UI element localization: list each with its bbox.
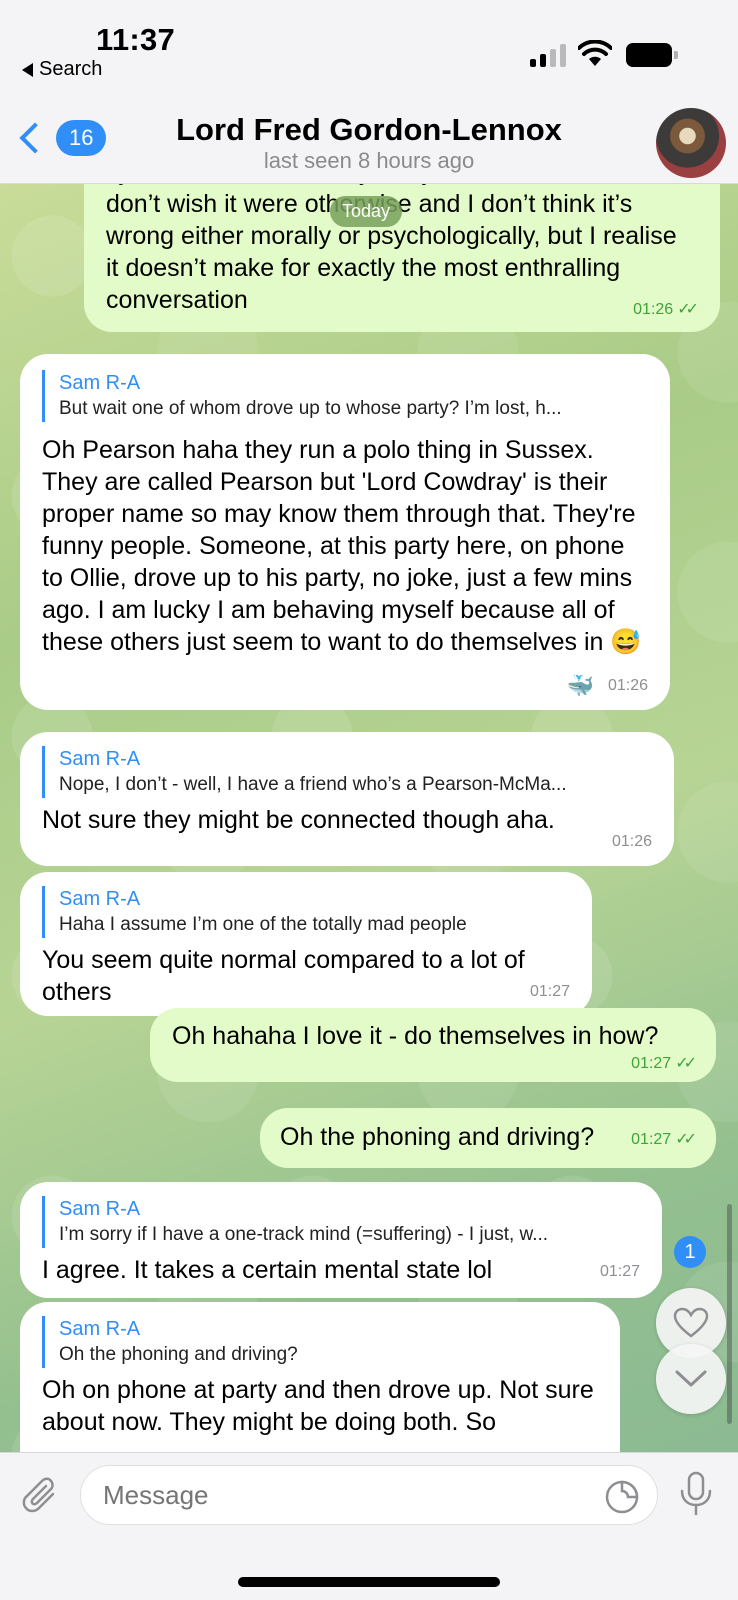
reply-quote[interactable]: Sam R-A I’m sorry if I have a one-track … <box>42 1196 642 1248</box>
contact-avatar[interactable] <box>656 108 726 178</box>
message-time: 01:26 <box>611 833 652 850</box>
chat-title[interactable]: Lord Fred Gordon-Lennox <box>0 112 738 148</box>
message-text: You seem quite normal compared to a lot … <box>42 946 525 1006</box>
message-bubble-incoming[interactable]: Sam R-A Haha I assume I’m one of the tot… <box>20 872 592 1016</box>
reply-author: Sam R-A <box>59 888 141 910</box>
reply-snippet: Haha I assume I’m one of the totally mad… <box>59 914 467 935</box>
chat-header: 16 Lord Fred Gordon-Lennox last seen 8 h… <box>0 88 738 184</box>
message-bubble-incoming[interactable]: Sam R-A Oh the phoning and driving? Oh o… <box>20 1302 620 1452</box>
message-meta: 01:26 ✓✓ <box>633 294 699 326</box>
chevron-down-icon <box>675 1370 707 1387</box>
status-time: 11:37 <box>96 22 176 57</box>
reply-author: Sam R-A <box>59 372 141 394</box>
read-checks-icon: ✓✓ <box>675 1055 697 1072</box>
heart-icon <box>673 1307 709 1338</box>
back-app-label: Search <box>39 58 103 80</box>
message-time: 01:26 <box>633 301 674 318</box>
message-text: Not sure they might be connected though … <box>42 806 555 834</box>
reply-quote[interactable]: Sam R-A Oh the phoning and driving? <box>42 1316 602 1368</box>
message-text: I just, well, I’m not really sorry, I do… <box>106 184 677 314</box>
message-text: I agree. It takes a certain mental state… <box>42 1256 493 1284</box>
reply-quote[interactable]: Sam R-A Haha I assume I’m one of the tot… <box>42 886 572 938</box>
date-pill: Today <box>330 196 403 227</box>
read-checks-icon: ✓✓ <box>677 301 699 318</box>
message-time: 01:27 <box>529 983 570 1000</box>
status-bar: 11:37 Search <box>0 0 738 88</box>
reply-author: Sam R-A <box>59 748 141 770</box>
message-input[interactable] <box>80 1465 658 1525</box>
scroll-indicator[interactable] <box>727 1204 732 1424</box>
message-text: Oh Pearson haha they run a polo thing in… <box>42 436 642 656</box>
scroll-to-bottom-button[interactable] <box>656 1344 726 1414</box>
reply-snippet: Nope, I don’t - well, I have a friend wh… <box>59 774 567 795</box>
reply-snippet: I’m sorry if I have a one-track mind (=s… <box>59 1224 549 1245</box>
reply-snippet: But wait one of whom drove up to whose p… <box>59 398 562 419</box>
battery-icon <box>626 43 678 67</box>
message-time: 01:27 <box>631 1131 672 1148</box>
message-text: Oh the phoning and driving? <box>280 1123 595 1151</box>
message-time: 01:27 <box>631 1055 672 1072</box>
message-time: 01:27 <box>599 1263 640 1280</box>
message-bubble-outgoing[interactable]: Oh hahaha I love it - do themselves in h… <box>150 1008 716 1082</box>
home-indicator[interactable] <box>238 1577 500 1587</box>
reply-author: Sam R-A <box>59 1198 141 1220</box>
wifi-icon <box>578 40 612 66</box>
message-time: 01:26 <box>607 677 648 694</box>
back-triangle-icon <box>22 62 33 77</box>
message-bubble-incoming[interactable]: Sam R-A Nope, I don’t - well, I have a f… <box>20 732 674 866</box>
message-bubble-incoming[interactable]: Sam R-A I’m sorry if I have a one-track … <box>20 1182 662 1298</box>
message-meta: 01:27 ✓✓ <box>631 1048 697 1080</box>
reactions-count-badge: 1 <box>674 1236 706 1268</box>
last-seen-status: last seen 8 hours ago <box>263 148 475 173</box>
back-to-app-link[interactable]: Search <box>22 58 102 81</box>
message-bubble-incoming[interactable]: Sam R-A But wait one of whom drove up to… <box>20 354 670 710</box>
message-composer <box>0 1452 738 1600</box>
read-checks-icon: ✓✓ <box>675 1131 697 1148</box>
reply-snippet: Oh the phoning and driving? <box>59 1344 298 1365</box>
microphone-icon[interactable] <box>678 1471 714 1517</box>
paperclip-icon[interactable] <box>20 1475 62 1517</box>
message-bubble-outgoing[interactable]: I just, well, I’m not really sorry, I do… <box>84 184 720 332</box>
message-meta: 🐳 01:26 <box>567 670 648 702</box>
whale-reaction-icon[interactable]: 🐳 <box>567 670 594 702</box>
reply-author: Sam R-A <box>59 1318 141 1340</box>
sticker-icon[interactable] <box>604 1479 640 1515</box>
message-meta: 01:27 ✓✓ <box>631 1124 697 1156</box>
message-text: Oh on phone at party and then drove up. … <box>42 1376 594 1436</box>
reply-quote[interactable]: Sam R-A But wait one of whom drove up to… <box>42 370 652 422</box>
signal-icon <box>530 44 566 67</box>
reply-quote[interactable]: Sam R-A Nope, I don’t - well, I have a f… <box>42 746 652 798</box>
message-bubble-outgoing[interactable]: Oh the phoning and driving? 01:27 ✓✓ <box>260 1108 716 1168</box>
chat-area[interactable]: I just, well, I’m not really sorry, I do… <box>0 184 738 1452</box>
